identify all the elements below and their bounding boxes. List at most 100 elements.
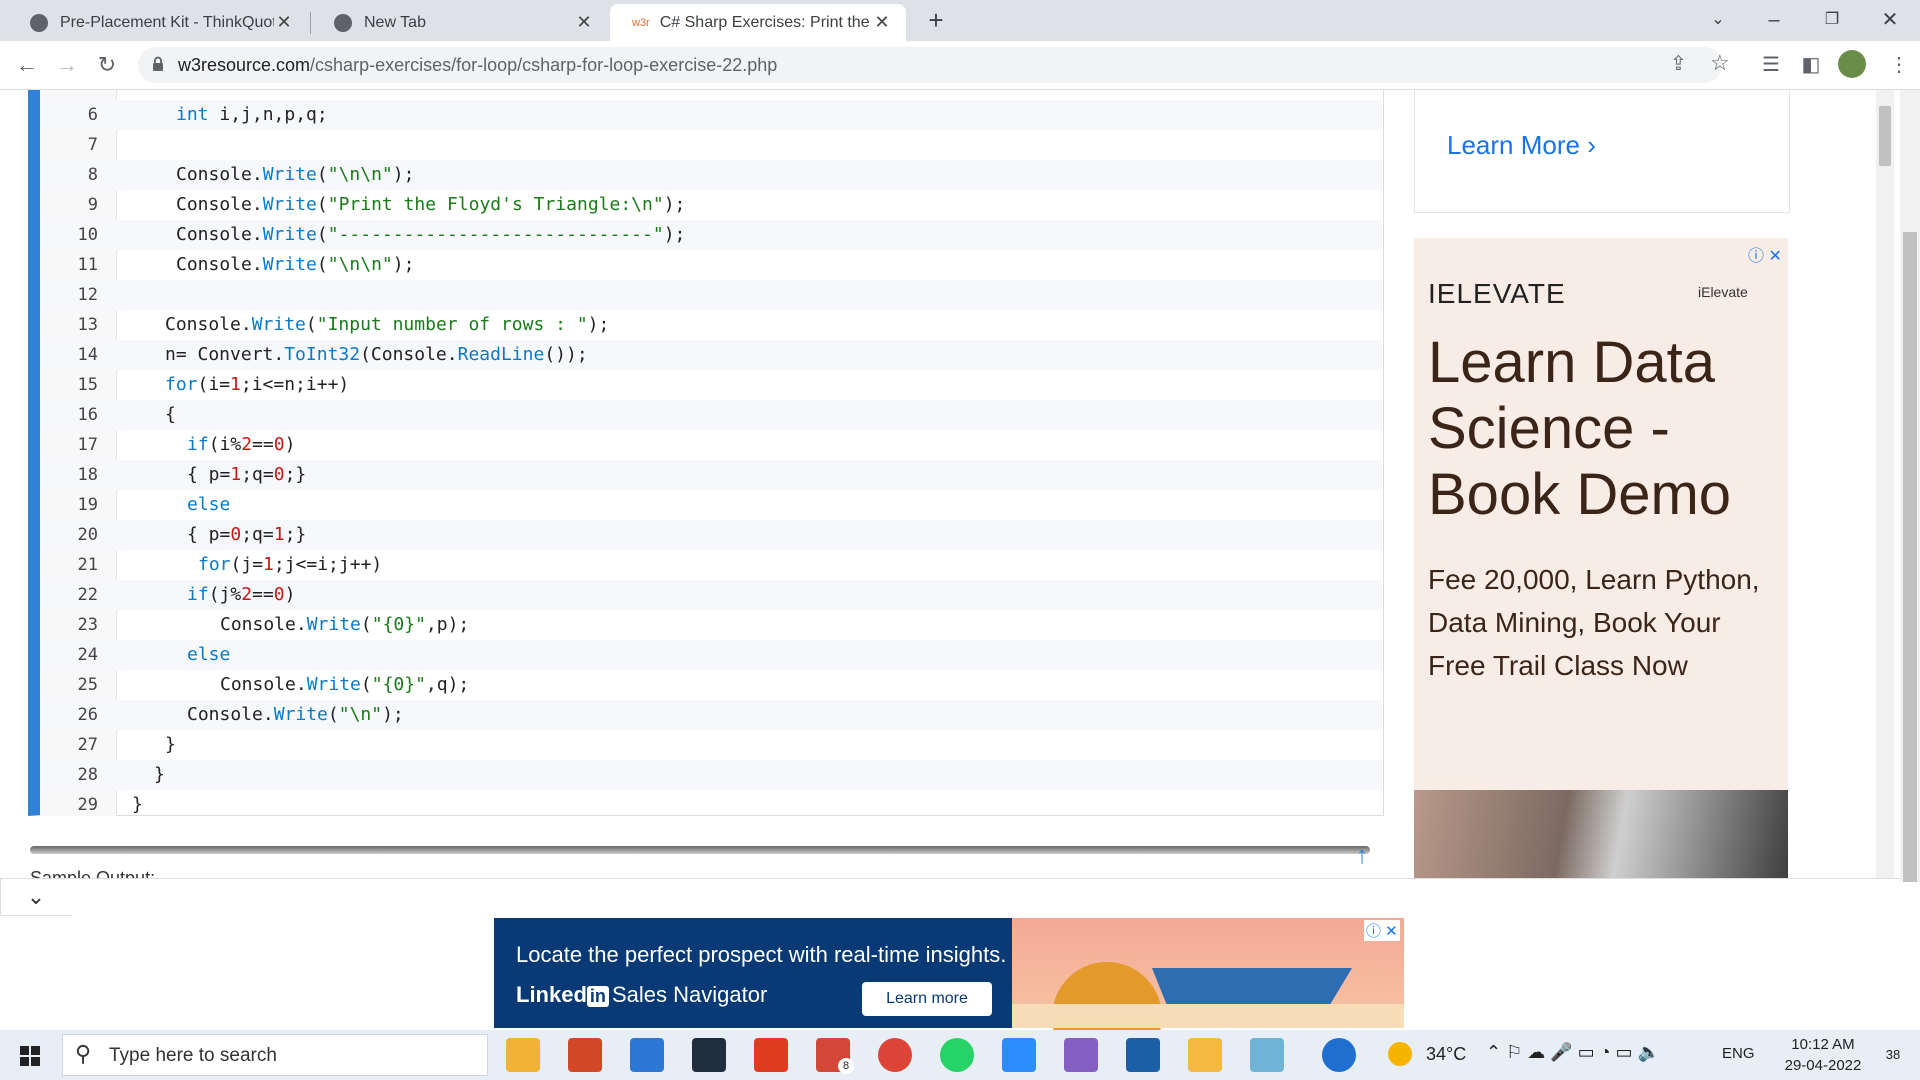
code-text: for(j=1;j<=i;j++) [198,554,383,575]
windows-taskbar: ⚲ Type here to search 8 34°C ⌃ ⚐ ☁ 🎤 ▭ ◔… [0,1030,1920,1080]
zoom-icon[interactable] [1002,1038,1036,1072]
page-scrollbar-thumb[interactable] [1903,232,1917,882]
line-number: 8 [87,165,98,185]
code-line: 9 Console.Write("Print the Floyd's Triang… [40,190,1382,220]
photos-icon[interactable] [1126,1038,1160,1072]
ad-close-icon[interactable]: ⓘ ✕ [1364,920,1400,941]
url-domain: w3resource.com [178,55,311,75]
code-text: } [154,764,165,785]
reading-list-icon[interactable]: ☰ [1756,50,1786,80]
tab-pre-placement-kit[interactable]: Pre-Placement Kit - ThinkQuotier ✕ [8,4,308,41]
chrome-icon [334,13,352,32]
code-text: Console.Write("\n\n"); [176,164,415,185]
new-tab-button[interactable]: + [922,6,950,34]
dropbox-icon[interactable] [692,1038,726,1072]
reload-icon[interactable]: ↻ [92,50,122,80]
mail-icon[interactable] [630,1038,664,1072]
code-line: 6 int i,j,n,p,q; [40,100,1382,130]
code-text: for(i=1;i<=n;i++) [165,374,350,395]
gmail-icon[interactable]: 8 [816,1038,854,1074]
visual-studio-icon[interactable] [1064,1038,1098,1072]
scroll-to-top-arrow-icon[interactable]: ↑ [1356,842,1368,870]
line-number: 23 [77,615,98,635]
tab-csharp-exercises[interactable]: w3r C# Sharp Exercises: Print the Floy ✕ [610,4,906,41]
lock-icon [153,56,163,71]
clock[interactable]: 10:12 AM 29-04-2022 [1770,1034,1876,1076]
line-number: 19 [77,495,98,515]
bookmark-star-icon[interactable]: ☆ [1710,50,1730,76]
chrome-icon[interactable] [878,1038,912,1072]
ad-body: Fee 20,000, Learn Python, Data Mining, B… [1428,564,1760,681]
learn-more-link[interactable]: Learn More › [1447,130,1596,161]
app-icon[interactable] [568,1038,602,1072]
code-line: 20 { p=0;q=1;} [40,520,1382,550]
elevate-advertisement[interactable]: IELEVATE iElevate Learn Data Science - B… [1414,238,1788,880]
notification-center-icon[interactable]: 38 [1876,1038,1910,1072]
file-manager-icon[interactable] [1188,1038,1222,1072]
code-text: } [132,794,143,815]
file-explorer-icon[interactable] [506,1038,540,1072]
horizontal-scrollbar[interactable] [30,846,1370,854]
profile-avatar[interactable] [1838,50,1866,78]
globe-icon [30,13,48,32]
code-line: 19 else [40,490,1382,520]
address-bar[interactable]: w3resource.com/csharp-exercises/for-loop… [138,47,1730,83]
code-text: else [187,644,231,665]
window-close-button[interactable]: ✕ [1870,6,1910,34]
code-text: Console.Write("Print the Floyd's Triangl… [176,194,686,215]
close-icon[interactable]: ✕ [574,12,594,33]
code-line: 8 Console.Write("\n\n"); [40,160,1382,190]
close-icon[interactable]: ✕ [872,12,892,33]
adchoices-close-icon[interactable]: ⓘ ✕ [1748,242,1782,266]
app-icon[interactable] [1250,1038,1284,1072]
url-path: /csharp-exercises/for-loop/csharp-for-lo… [310,55,778,75]
language-indicator[interactable]: ENG [1722,1045,1755,1062]
temperature[interactable]: 34°C [1426,1044,1466,1065]
scrollbar-thumb[interactable] [1879,106,1891,166]
menu-kebab-icon[interactable]: ⋮ [1884,50,1914,80]
code-line: 24 else [40,640,1382,670]
tab-new-tab[interactable]: New Tab ✕ [312,4,608,41]
ad-brand-logo: iElevate [1698,284,1748,300]
collapse-chevron-down-icon[interactable]: ⌄ [0,878,72,916]
taskbar-search-input[interactable]: ⚲ Type here to search [62,1034,488,1076]
system-tray-icons[interactable]: ⌃ ⚐ ☁ 🎤 ▭ ◔ ▭ 🔈 [1486,1042,1660,1063]
code-line: 28} [40,760,1382,790]
learn-more-button[interactable]: Learn more [862,982,992,1016]
help-icon[interactable] [1322,1038,1356,1072]
browser-tab-strip: Pre-Placement Kit - ThinkQuotier ✕ New T… [0,0,1920,41]
restore-button[interactable]: ❐ [1812,6,1852,34]
code-line: 13 Console.Write("Input number of rows : … [40,310,1382,340]
code-line: 16 { [40,400,1382,430]
code-text: Console.Write("{0}",q); [220,674,470,695]
whatsapp-icon[interactable] [940,1038,974,1072]
page-scrollbar[interactable] [1900,90,1920,882]
code-text: else [187,494,231,515]
line-number: 11 [77,255,98,275]
inner-scrollbar[interactable] [1876,90,1894,880]
tab-search-chevron-down-icon[interactable]: ⌄ [1698,6,1738,34]
weather-sun-icon[interactable] [1388,1042,1412,1066]
minimize-button[interactable]: – [1754,6,1794,34]
close-icon[interactable]: ✕ [274,12,294,33]
share-icon[interactable]: ⇪ [1670,51,1687,76]
code-text: } [165,734,176,755]
side-panel-icon[interactable]: ◧ [1796,50,1826,80]
search-icon: ⚲ [75,1041,92,1066]
code-text: int i,j,n,p,q; [176,104,328,125]
code-text: Console.Write("\n\n"); [176,254,415,275]
browser-toolbar: ← → ↻ w3resource.com/csharp-exercises/fo… [0,41,1920,90]
learn-more-card: Learn More › [1414,90,1790,213]
line-number: 28 [77,765,98,785]
code-line: 15 for(i=1;i<=n;i++) [40,370,1382,400]
linkedin-advertisement[interactable]: Locate the perfect prospect with real-ti… [494,918,1404,1072]
windows-start-icon[interactable] [10,1036,50,1076]
tab-title: C# Sharp Exercises: Print the Floy [659,13,872,31]
code-text: n= Convert.ToInt32(Console.ReadLine()); [165,344,588,365]
forward-arrow-icon[interactable]: → [52,50,82,80]
code-line: 17 if(i%2==0) [40,430,1382,460]
time: 10:12 AM [1791,1036,1855,1053]
back-arrow-icon[interactable]: ← [12,50,42,80]
office-icon[interactable] [754,1038,788,1072]
boat-illustration [1152,968,1352,1008]
